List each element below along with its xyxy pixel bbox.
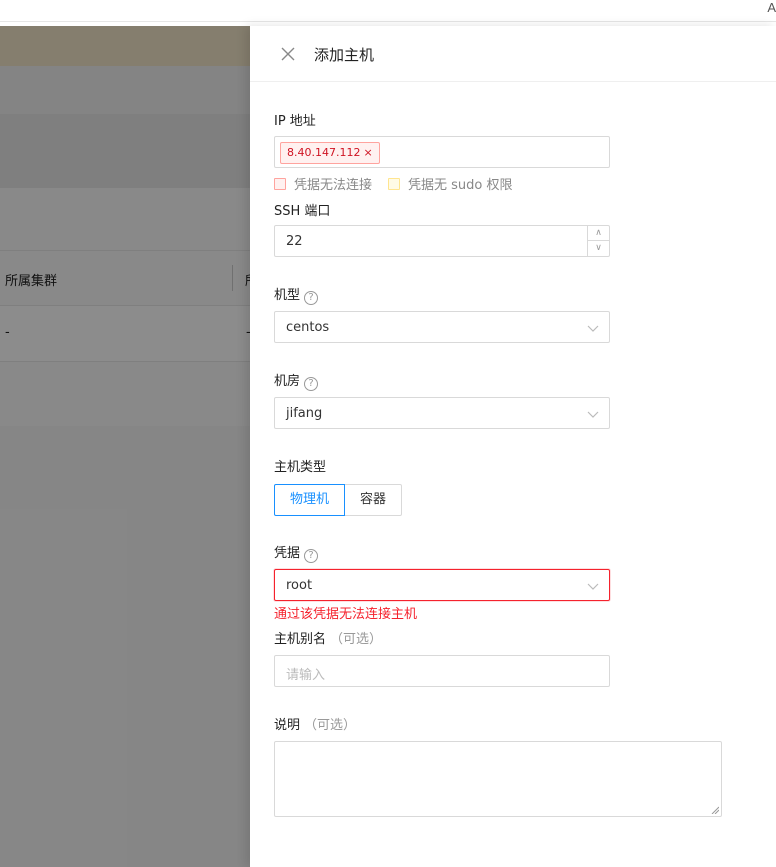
drawer-mask[interactable] bbox=[0, 26, 250, 867]
host-type-label: 主机类型 bbox=[274, 460, 327, 475]
help-icon[interactable]: ? bbox=[304, 549, 319, 563]
ssh-port-label: SSH 端口 bbox=[274, 204, 331, 219]
chevron-down-icon bbox=[587, 325, 599, 332]
description-textarea[interactable] bbox=[274, 741, 722, 817]
credential-select[interactable]: root bbox=[274, 569, 610, 601]
legend-yellow-swatch bbox=[388, 177, 401, 190]
ip-tag: 8.40.147.112 × bbox=[280, 142, 380, 164]
add-host-drawer: 添加主机 IP 地址 8.40.147.112 × 凭据无法连接 凭据无 sudo… bbox=[250, 26, 776, 867]
credential-label: 凭据? bbox=[274, 542, 319, 563]
help-icon[interactable]: ? bbox=[304, 291, 319, 305]
credential-error-text: 通过该凭据无法连接主机 bbox=[274, 607, 418, 622]
resize-handle-icon[interactable] bbox=[711, 806, 719, 814]
topbar-corner-text: A bbox=[767, 0, 776, 15]
host-type-container-button[interactable]: 容器 bbox=[344, 484, 403, 516]
drawer-header: 添加主机 bbox=[250, 26, 776, 82]
ip-tag-input[interactable]: 8.40.147.112 × bbox=[274, 136, 610, 168]
close-icon[interactable] bbox=[278, 44, 298, 64]
alias-label: 主机别名 （可选） bbox=[274, 632, 383, 647]
browser-topbar: A bbox=[0, 0, 776, 22]
port-stepper[interactable]: ∧ ∨ bbox=[587, 226, 609, 256]
model-label: 机型? bbox=[274, 284, 319, 305]
room-label: 机房? bbox=[274, 370, 319, 391]
legend-red-swatch bbox=[274, 177, 286, 190]
description-label: 说明 （可选） bbox=[274, 718, 357, 733]
room-select[interactable]: jifang bbox=[274, 397, 610, 429]
tag-close-icon[interactable]: × bbox=[363, 146, 372, 159]
model-select[interactable]: centos bbox=[274, 311, 610, 343]
ip-status-legend: 凭据无法连接 凭据无 sudo 权限 bbox=[274, 174, 513, 193]
alias-input[interactable]: 请输入 bbox=[274, 655, 610, 687]
chevron-down-icon bbox=[587, 583, 599, 590]
ip-label: IP 地址 bbox=[274, 114, 316, 129]
drawer-title: 添加主机 bbox=[314, 46, 375, 64]
stepper-up-icon[interactable]: ∧ bbox=[588, 226, 609, 241]
stepper-down-icon[interactable]: ∨ bbox=[588, 241, 609, 256]
help-icon[interactable]: ? bbox=[304, 377, 319, 391]
host-type-radio-group: 物理机 容器 bbox=[274, 484, 403, 516]
chevron-down-icon bbox=[587, 411, 599, 418]
host-type-physical-button[interactable]: 物理机 bbox=[274, 484, 346, 516]
ssh-port-input[interactable]: 22 ∧ ∨ bbox=[274, 225, 610, 257]
